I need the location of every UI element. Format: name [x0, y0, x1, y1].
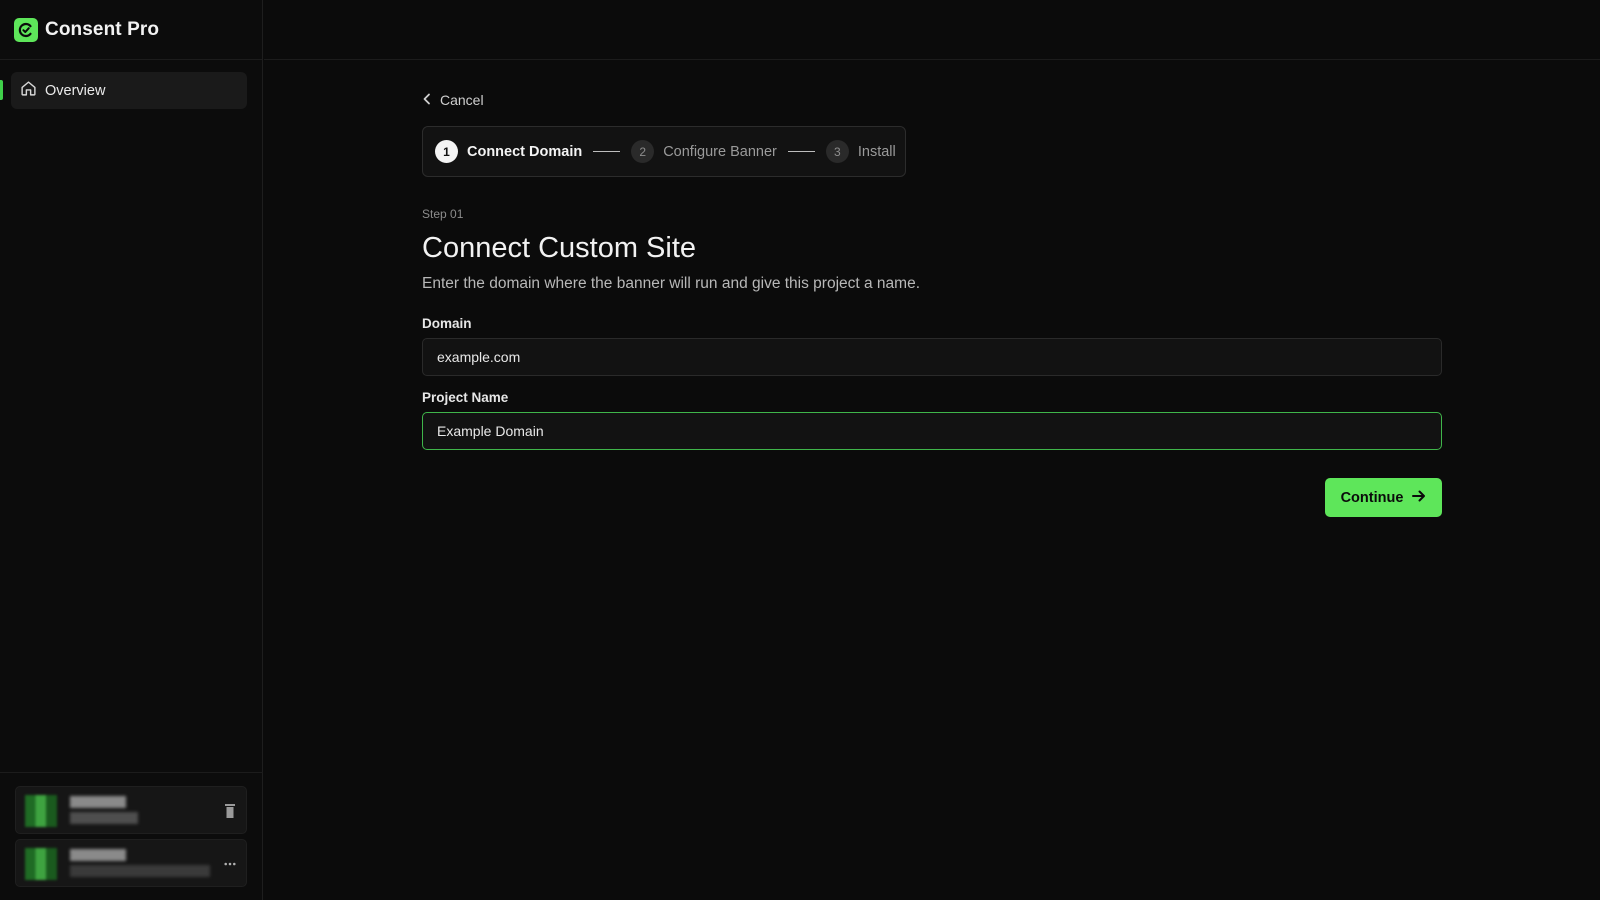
- consent-logo-icon: [14, 17, 38, 42]
- cancel-label: Cancel: [440, 92, 484, 108]
- sidebar-item-overview[interactable]: Overview: [11, 72, 247, 109]
- more-icon[interactable]: [224, 857, 236, 871]
- account-card[interactable]: [15, 786, 247, 834]
- step-number: 3: [825, 140, 849, 163]
- redacted-text: [70, 849, 126, 861]
- redacted-text: [70, 865, 210, 877]
- project-name-input[interactable]: [422, 412, 1442, 450]
- cancel-button[interactable]: Cancel: [422, 92, 484, 108]
- trash-icon[interactable]: [224, 804, 236, 818]
- step-eyebrow: Step 01: [422, 207, 464, 221]
- redacted-text: [70, 812, 138, 824]
- page-subtitle: Enter the domain where the banner will r…: [422, 275, 921, 292]
- project-name-label: Project Name: [422, 390, 509, 405]
- step-separator: [593, 151, 621, 152]
- redacted-text: [70, 796, 126, 808]
- continue-label: Continue: [1340, 489, 1404, 506]
- active-indicator: [0, 80, 3, 100]
- home-icon: [20, 80, 37, 102]
- account-switcher: [0, 772, 263, 900]
- domain-input[interactable]: [422, 338, 1442, 376]
- stepper: 1 Connect Domain 2 Configure Banner 3 In…: [422, 126, 906, 177]
- chevron-left-icon: [422, 92, 432, 108]
- top-bar: [264, 0, 1600, 60]
- app-name: Consent Pro: [45, 18, 160, 40]
- step-number: 2: [631, 140, 655, 163]
- continue-button[interactable]: Continue: [1325, 478, 1442, 517]
- brand[interactable]: Consent Pro: [0, 0, 262, 60]
- step-separator: [787, 151, 815, 152]
- account-card[interactable]: [15, 839, 247, 887]
- avatar: [25, 795, 57, 827]
- sidebar: Consent Pro Overview: [0, 0, 263, 900]
- step-configure-banner[interactable]: 2 Configure Banner: [631, 140, 777, 163]
- step-number: 1: [435, 140, 458, 163]
- step-label: Connect Domain: [467, 143, 583, 160]
- step-connect-domain[interactable]: 1 Connect Domain: [435, 140, 582, 163]
- page-title: Connect Custom Site: [422, 232, 697, 264]
- avatar: [25, 848, 57, 880]
- step-label: Configure Banner: [663, 143, 777, 160]
- domain-label: Domain: [422, 316, 472, 331]
- arrow-right-icon: [1412, 490, 1426, 506]
- step-install[interactable]: 3 Install: [825, 140, 896, 163]
- sidebar-item-label: Overview: [45, 82, 106, 99]
- step-label: Install: [857, 143, 896, 160]
